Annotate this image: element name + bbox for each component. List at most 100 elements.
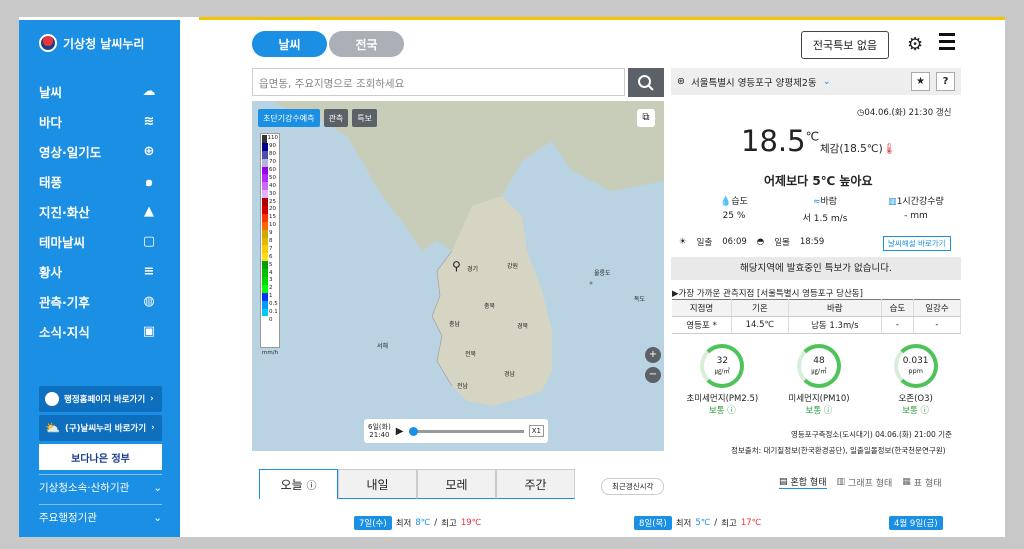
zoom-in-button[interactable]: +: [645, 347, 661, 363]
pm25-gauge[interactable]: 32 ㎍/㎥ 초미세먼지(PM2.5) 보통 ⓘ: [679, 344, 765, 416]
legend-value: 70: [269, 159, 276, 166]
sidebar-item-yellowdust[interactable]: 황사 ≡: [19, 256, 180, 286]
help-icon[interactable]: ⓘ: [727, 406, 736, 416]
graph-view-button[interactable]: ▥ 그래프 형태: [837, 475, 893, 489]
sidebar-item-images[interactable]: 영상·일기도 ⊕: [19, 136, 180, 166]
chevron-down-icon[interactable]: ⌄: [823, 76, 831, 87]
legend-swatch: [262, 308, 268, 317]
legend-entry: 15: [262, 213, 278, 222]
satellite-icon: ⊕: [143, 143, 155, 159]
search-button[interactable]: [628, 68, 664, 97]
help-icon[interactable]: ?: [936, 72, 955, 91]
help-icon[interactable]: ⓘ: [921, 406, 930, 416]
ozone-gauge[interactable]: 0.031 ppm 오존(O3) 보통 ⓘ: [873, 344, 959, 416]
label-gyeonggi: 경기: [467, 266, 479, 273]
air-quality-gauges: 32 ㎍/㎥ 초미세먼지(PM2.5) 보통 ⓘ 48 ㎍/㎥ 미세먼지(PM10)…: [674, 344, 964, 416]
better-gov-banner[interactable]: 보다나은 정부: [39, 444, 162, 470]
wind-stat: ≈바람 서 1.5 m/s: [802, 197, 848, 224]
zoom-out-button[interactable]: −: [645, 367, 661, 383]
bar-chart-icon: ▥: [836, 477, 846, 487]
sidebar-item-climate[interactable]: 관측·기후 ◍: [19, 286, 180, 316]
tab-observation[interactable]: 관측: [323, 109, 349, 127]
animation-player: 6일(화) 21:40 ▶ X1: [364, 419, 548, 443]
weather-map[interactable]: 초단기강수예측 관측 특보 ⧉ 110 90 80 70 60 50 40 30 25 20 15 1…: [252, 101, 664, 451]
cloud-sun-icon: ⛅: [45, 421, 60, 435]
legend-entry: 110: [262, 135, 278, 143]
star-icon[interactable]: ★: [911, 72, 930, 91]
legend-entry: 5: [262, 261, 278, 270]
help-icon[interactable]: ⓘ: [306, 477, 316, 492]
legend-swatch: [262, 213, 268, 222]
yesterday-compare: 어제보다 5℃ 높아요: [764, 174, 873, 188]
grid-icon: ▦: [902, 477, 911, 487]
globe-icon: ◍: [143, 293, 155, 309]
legend-entry: 30: [262, 190, 278, 199]
speed-select[interactable]: X1: [528, 425, 544, 437]
tab-warning[interactable]: 특보: [352, 109, 377, 127]
legend-swatch: [262, 150, 268, 159]
mixed-view-button[interactable]: ▤ 혼합 형태: [779, 475, 827, 489]
legend-entry: 60: [262, 166, 278, 175]
legend-swatch: [262, 206, 268, 214]
label-ulleung: 울릉도: [594, 270, 611, 277]
sidebar-item-typhoon[interactable]: 태풍 ๑: [19, 166, 180, 196]
gov-homepage-link[interactable]: 행정홈페이지 바로가기 ›: [39, 386, 162, 412]
legend-value: 15: [269, 214, 276, 221]
tab-today[interactable]: 오늘 ⓘ: [259, 469, 338, 499]
legend-entry: 0: [262, 316, 278, 325]
play-icon[interactable]: ▶: [396, 426, 404, 437]
legend-swatch: [262, 261, 268, 270]
old-weather-link[interactable]: ⛅ (구)날씨누리 바로가기 ›: [39, 415, 162, 441]
label-yellowsea: 서해: [377, 343, 389, 350]
tab-weather[interactable]: 날씨: [252, 31, 327, 57]
weather-explain-button[interactable]: 날씨해설 바로가기: [883, 236, 951, 251]
external-link-icon[interactable]: ⧉: [637, 109, 655, 127]
special-report-button[interactable]: 전국특보 없음: [801, 31, 889, 59]
site-logo[interactable]: 기상청 날씨누리: [39, 34, 144, 52]
gear-icon[interactable]: ⚙: [907, 34, 923, 55]
tab-weekly[interactable]: 주간: [496, 469, 575, 499]
tab-tomorrow[interactable]: 내일: [338, 469, 417, 499]
sidebar-item-weather[interactable]: 날씨 ☁: [19, 76, 180, 106]
search-icon: [638, 74, 654, 91]
sidebar-item-sea[interactable]: 바다 ≋: [19, 106, 180, 136]
forecast-day-3: 4월 9일(금): [889, 516, 943, 530]
label-jeonbuk: 전북: [465, 351, 477, 358]
legend-swatch: [262, 237, 268, 246]
forecast-day-2: 8일(목) 최저 5℃ / 최고 17℃: [634, 516, 761, 530]
recent-update-button[interactable]: 최근갱신시각: [601, 478, 665, 495]
legend-value: 20: [269, 206, 276, 213]
sidebar-item-news[interactable]: 소식·지식 ▣: [19, 316, 180, 346]
legend-entry: 90: [262, 142, 278, 151]
table-row: 영등포 * 14.5℃ 남동 1.3m/s - -: [672, 316, 962, 334]
timeline-slider[interactable]: [408, 426, 524, 436]
timeline-handle[interactable]: [408, 426, 418, 436]
hamburger-menu-icon[interactable]: [939, 33, 955, 54]
tab-nowcast[interactable]: 초단기강수예측: [258, 109, 320, 127]
legend-value: 30: [269, 190, 276, 197]
play-icon: ▣: [142, 323, 156, 339]
play-time: 6일(화) 21:40: [368, 423, 391, 439]
help-icon[interactable]: ⓘ: [824, 406, 833, 416]
pm10-gauge[interactable]: 48 ㎍/㎥ 미세먼지(PM10) 보통 ⓘ: [776, 344, 862, 416]
info-source: 정보출처: 대기질정보(한국환경공단), 일출일몰정보(한국천문연구원): [731, 446, 946, 455]
tab-day-after[interactable]: 모레: [417, 469, 496, 499]
major-orgs-dropdown[interactable]: 주요행정기관 ⌄: [39, 504, 162, 530]
legend-value: 5: [269, 261, 273, 268]
chevron-down-icon: ⌄: [153, 481, 162, 494]
location-name[interactable]: 서울특별시 영등포구 양평제2동: [691, 75, 817, 89]
legend-value: 7: [269, 245, 273, 252]
legend-swatch: [262, 198, 268, 207]
table-view-button[interactable]: ▦ 표 형태: [902, 475, 941, 489]
legend-entry: 8: [262, 237, 278, 246]
affiliated-orgs-dropdown[interactable]: 기상청소속·산하기관 ⌄: [39, 474, 162, 500]
search-input[interactable]: 읍면동, 주요지명으로 조회하세요: [252, 68, 625, 96]
legend-swatch: [262, 158, 268, 167]
target-icon[interactable]: ⊛: [677, 76, 685, 87]
tab-national[interactable]: 전국: [329, 31, 404, 57]
sidebar-item-earthquake[interactable]: 지진·화산 ▲: [19, 196, 180, 226]
sidebar-item-theme[interactable]: 테마날씨 ▢: [19, 226, 180, 256]
legend-value: 0.1: [269, 309, 278, 316]
location-pin-icon: ⚲: [452, 259, 461, 273]
legend-entry: 80: [262, 150, 278, 159]
